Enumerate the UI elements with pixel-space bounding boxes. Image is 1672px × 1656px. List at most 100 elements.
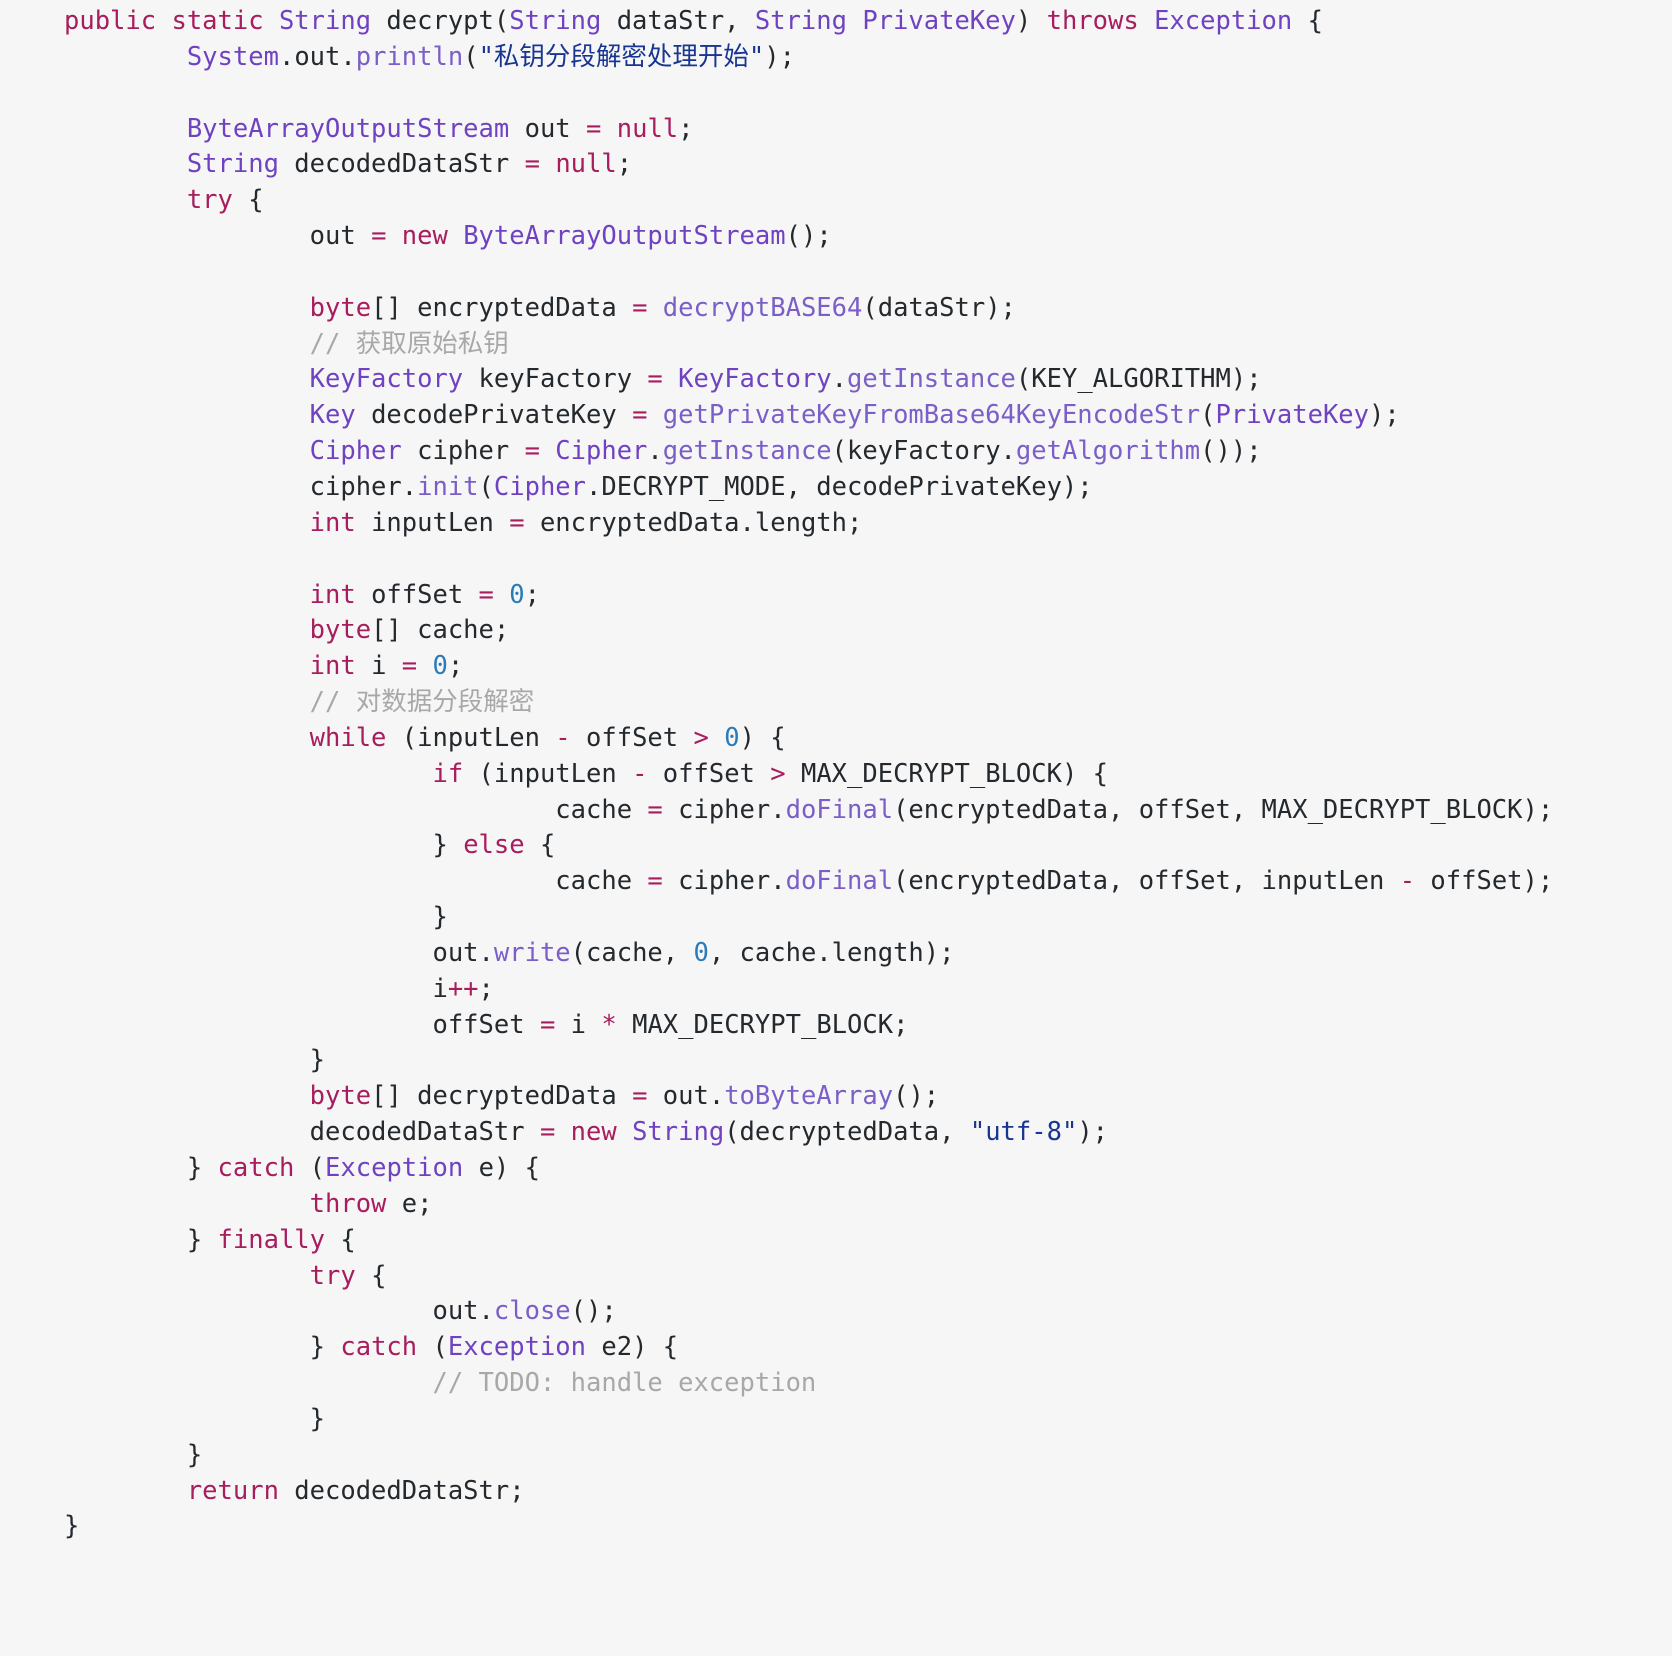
code-line: Key decodePrivateKey = getPrivateKeyFrom… (0, 398, 1672, 434)
code-token: inputLen (371, 507, 510, 538)
code-token: offSet (432, 1009, 540, 1040)
code-token: > (693, 722, 725, 753)
code-line: return decodedDataStr; (0, 1474, 1672, 1510)
code-token: catch (340, 1332, 433, 1363)
code-line: int offSet = 0; (0, 578, 1672, 614)
code-token: e) { (478, 1153, 540, 1183)
code-token: cache (555, 866, 648, 897)
code-token: getInstance (662, 436, 832, 467)
code-token: } (186, 1153, 218, 1183)
code-line: offSet = i * MAX_DECRYPT_BLOCK; (0, 1008, 1672, 1044)
code-token: ( (309, 1153, 326, 1183)
code-token: int (309, 579, 372, 610)
code-token: String (509, 6, 617, 36)
code-token: out (309, 221, 372, 252)
code-token: else (463, 830, 540, 861)
code-line: out.close(); (0, 1294, 1672, 1330)
code-token: "utf-8" (969, 1117, 1078, 1148)
code-token: throws (1046, 6, 1155, 36)
code-token: = (509, 507, 540, 538)
code-token: { (248, 185, 264, 216)
code-token: cache (555, 794, 648, 825)
code-token: = (647, 364, 679, 395)
code-token: { (371, 1260, 387, 1291)
code-token: cipher (417, 436, 525, 467)
code-token: ; (616, 149, 633, 180)
code-token: } (186, 1224, 218, 1255)
code-token: PrivateKey (1215, 400, 1370, 431)
code-line: } finally { (0, 1223, 1672, 1259)
code-token: = (647, 794, 679, 825)
code-line: byte[] decryptedData = out.toByteArray()… (0, 1079, 1672, 1115)
code-token: cipher. (678, 866, 786, 897)
code-viewer[interactable]: public static String decrypt(String data… (0, 0, 1672, 1545)
code-line: KeyFactory keyFactory = KeyFactory.getIn… (0, 362, 1672, 398)
code-token: e2) { (601, 1332, 679, 1363)
code-token: = (478, 579, 510, 610)
code-token: decryptBASE64 (662, 292, 863, 323)
code-token: - (632, 758, 663, 789)
code-token: (keyFactory. (831, 436, 1016, 467)
code-token: null (555, 149, 617, 180)
code-token: PrivateKey (862, 6, 1016, 36)
code-token: out (524, 113, 587, 144)
code-token: getInstance (847, 364, 1016, 395)
code-token: i (570, 1009, 602, 1040)
code-token: KeyFactory (678, 364, 832, 395)
code-token: write (493, 937, 571, 968)
code-line: } (0, 1438, 1672, 1474)
code-line: System.out.println("私钥分段解密处理开始"); (0, 40, 1672, 76)
code-token: new (401, 221, 464, 252)
code-token: ( (493, 6, 510, 36)
code-token: ( (432, 1332, 448, 1363)
code-token: String (754, 6, 863, 36)
code-token: } (309, 1045, 325, 1076)
code-line: if (inputLen - offSet > MAX_DECRYPT_BLOC… (0, 757, 1672, 793)
code-token: = (539, 1009, 571, 1040)
code-token: (dataStr); (862, 292, 1016, 323)
code-token: decodedDataStr; (294, 1475, 525, 1506)
code-token: * (601, 1009, 633, 1040)
code-token: } (64, 1511, 80, 1542)
code-token: } (309, 1332, 341, 1363)
code-line: out = new ByteArrayOutputStream(); (0, 219, 1672, 255)
code-token: decodePrivateKey (371, 400, 633, 431)
code-token: decodedDataStr (309, 1117, 540, 1148)
code-token: // TODO: handle exception (432, 1368, 817, 1399)
code-token: = (647, 866, 679, 897)
code-token: } (309, 1403, 325, 1434)
code-line: byte[] encryptedData = decryptBASE64(dat… (0, 291, 1672, 327)
code-token: throw (309, 1188, 402, 1219)
code-line: } (0, 1402, 1672, 1438)
code-token: i (432, 973, 448, 1004)
code-line: byte[] cache; (0, 613, 1672, 649)
code-token: .DECRYPT_MODE, decodePrivateKey); (586, 471, 1093, 502)
code-line: } catch (Exception e2) { (0, 1330, 1672, 1366)
code-token: . (278, 41, 295, 72)
code-token: dataStr, (616, 6, 755, 36)
code-token: System (186, 41, 279, 72)
code-token: ; (524, 579, 540, 610)
code-token: Exception (325, 1153, 479, 1183)
code-token: byte (309, 1081, 372, 1112)
code-line: } (0, 1509, 1672, 1545)
code-token: out. (432, 1296, 494, 1327)
code-line: } catch (Exception e) { (0, 1151, 1672, 1187)
code-line: String decodedDataStr = null; (0, 147, 1672, 183)
code-token: init (417, 471, 479, 502)
